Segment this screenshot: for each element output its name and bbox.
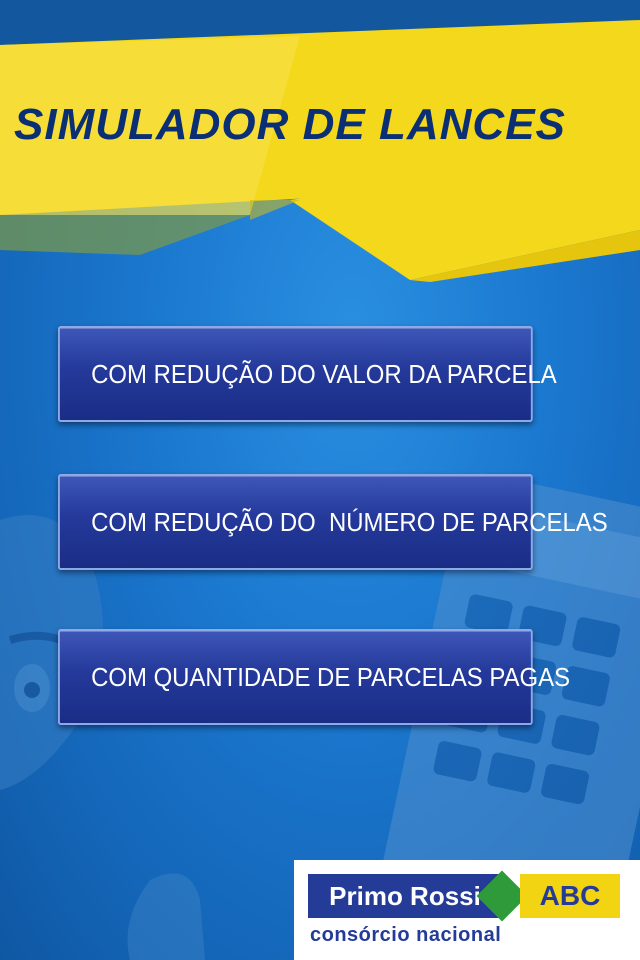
reduce-installment-count-button[interactable]: COM REDUÇÃO DO NÚMERO DE PARCELAS [58, 474, 608, 570]
logo-badge: ABC [520, 874, 620, 918]
logo-brand-name: Primo Rossi [308, 874, 502, 918]
paid-installments-button[interactable]: COM QUANTIDADE DE PARCELAS PAGAS [58, 629, 570, 725]
brand-logo: Primo Rossi ABC consórcio nacional [294, 860, 640, 960]
page-title: SIMULADOR DE LANCES [14, 100, 566, 149]
logo-row: Primo Rossi ABC [308, 870, 628, 922]
reduce-installment-value-button[interactable]: COM REDUÇÃO DO VALOR DA PARCELA [58, 326, 557, 422]
logo-tagline: consórcio nacional [310, 924, 502, 946]
mascot-figure [0, 515, 205, 960]
